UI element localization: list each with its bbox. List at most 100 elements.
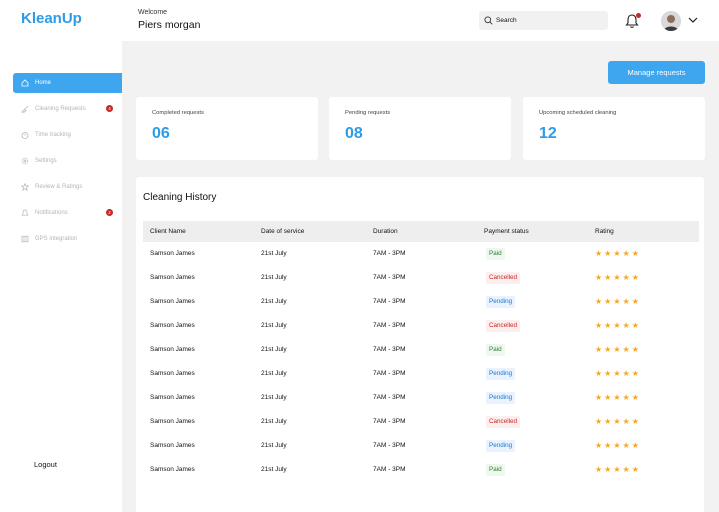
table-row[interactable]: Samson James 21st July 7AM - 3PM Paid ★★★★★ bbox=[143, 242, 699, 266]
payment-status-badge: Cancelled bbox=[486, 320, 521, 332]
date-cell: 21st July bbox=[261, 274, 287, 281]
search-input[interactable] bbox=[496, 17, 596, 24]
broom-icon bbox=[21, 105, 29, 113]
duration-cell: 7AM - 3PM bbox=[373, 298, 406, 305]
sidebar-item-home[interactable]: Home bbox=[13, 73, 122, 93]
top-header: KleanUp Welcome Piers morgan bbox=[0, 0, 719, 41]
client-name-cell: Samson James bbox=[150, 322, 195, 329]
rating-stars: ★★★★★ bbox=[595, 273, 641, 282]
welcome-label: Welcome bbox=[138, 9, 168, 16]
table-row[interactable]: Samson James 21st July 7AM - 3PM Cancelled ★… bbox=[143, 266, 699, 290]
table-row[interactable]: Samson James 21st July 7AM - 3PM Paid ★★★★★ bbox=[143, 338, 699, 362]
duration-cell: 7AM - 3PM bbox=[373, 466, 406, 473]
logout-button[interactable]: Logout bbox=[34, 460, 57, 469]
table-row[interactable]: Samson James 21st July 7AM - 3PM Cancelled ★… bbox=[143, 314, 699, 338]
chevron-down-icon[interactable] bbox=[688, 16, 698, 24]
date-cell: 21st July bbox=[261, 466, 287, 473]
date-cell: 21st July bbox=[261, 442, 287, 449]
bell-icon bbox=[21, 209, 29, 216]
client-name-cell: Samson James bbox=[150, 442, 195, 449]
avatar[interactable] bbox=[661, 11, 681, 31]
duration-cell: 7AM - 3PM bbox=[373, 250, 406, 257]
client-name-cell: Samson James bbox=[150, 370, 195, 377]
rating-stars: ★★★★★ bbox=[595, 417, 641, 426]
payment-status-badge: Paid bbox=[486, 464, 505, 476]
stat-label: Pending requests bbox=[345, 110, 391, 116]
payment-status-badge: Pending bbox=[486, 296, 516, 308]
duration-cell: 7AM - 3PM bbox=[373, 442, 406, 449]
sidebar-item-label: Settings bbox=[35, 158, 57, 164]
sidebar-item-label: Cleaning Requests bbox=[35, 106, 86, 112]
sidebar-item-label: Time tracking bbox=[35, 132, 71, 138]
payment-status-badge: Pending bbox=[486, 368, 516, 380]
home-icon bbox=[21, 79, 29, 87]
table-row[interactable]: Samson James 21st July 7AM - 3PM Cancelled ★… bbox=[143, 410, 699, 434]
sidebar-item-label: Home bbox=[35, 80, 52, 86]
date-cell: 21st July bbox=[261, 298, 287, 305]
column-header-payment-status: Payment status bbox=[484, 228, 529, 235]
rating-stars: ★★★★★ bbox=[595, 465, 641, 474]
table-row[interactable]: Samson James 21st July 7AM - 3PM Paid ★★★★★ bbox=[143, 458, 699, 482]
search-bar[interactable] bbox=[479, 11, 608, 30]
column-header-client: Client Name bbox=[150, 228, 186, 235]
rating-stars: ★★★★★ bbox=[595, 249, 641, 258]
sidebar-item-label: Review & Ratings bbox=[35, 184, 83, 190]
stat-card-upcoming: Upcoming scheduled cleaning 12 bbox=[523, 97, 705, 160]
payment-status-badge: Cancelled bbox=[486, 272, 521, 284]
table-row[interactable]: Samson James 21st July 7AM - 3PM Pending ★★★… bbox=[143, 362, 699, 386]
client-name-cell: Samson James bbox=[150, 346, 195, 353]
client-name-cell: Samson James bbox=[150, 298, 195, 305]
payment-status-badge: Paid bbox=[486, 248, 505, 260]
duration-cell: 7AM - 3PM bbox=[373, 418, 406, 425]
user-avatar-icon bbox=[661, 11, 681, 31]
manage-requests-button[interactable]: Manage requests bbox=[608, 61, 705, 84]
stat-card-completed: Completed requests 06 bbox=[136, 97, 318, 160]
table-header: Client Name Date of service Duration Pay… bbox=[143, 221, 699, 242]
date-cell: 21st July bbox=[261, 322, 287, 329]
date-cell: 21st July bbox=[261, 394, 287, 401]
duration-cell: 7AM - 3PM bbox=[373, 274, 406, 281]
rating-stars: ★★★★★ bbox=[595, 297, 641, 306]
sidebar-item-time-tracking[interactable]: Time tracking bbox=[13, 125, 122, 145]
sidebar-item-review-ratings[interactable]: Review & Ratings bbox=[13, 177, 122, 197]
stat-value: 12 bbox=[539, 125, 557, 142]
duration-cell: 7AM - 3PM bbox=[373, 346, 406, 353]
sidebar-item-settings[interactable]: Settings bbox=[13, 151, 122, 171]
client-name-cell: Samson James bbox=[150, 418, 195, 425]
table-row[interactable]: Samson James 21st July 7AM - 3PM Pending ★★★… bbox=[143, 386, 699, 410]
date-cell: 21st July bbox=[261, 370, 287, 377]
client-name-cell: Samson James bbox=[150, 466, 195, 473]
rating-stars: ★★★★★ bbox=[595, 441, 641, 450]
sidebar-item-label: GPS integration bbox=[35, 236, 78, 242]
cleaning-history-title: Cleaning History bbox=[143, 192, 217, 203]
duration-cell: 7AM - 3PM bbox=[373, 394, 406, 401]
date-cell: 21st July bbox=[261, 250, 287, 257]
payment-status-badge: Paid bbox=[486, 344, 505, 356]
sidebar-item-notifications[interactable]: Notifications 2 bbox=[13, 203, 122, 223]
rating-stars: ★★★★★ bbox=[595, 393, 641, 402]
search-icon bbox=[484, 16, 493, 25]
stat-value: 08 bbox=[345, 125, 363, 142]
stat-label: Completed requests bbox=[152, 110, 204, 116]
stat-value: 06 bbox=[152, 125, 170, 142]
column-header-date: Date of service bbox=[261, 228, 305, 235]
cleaning-requests-badge: 4 bbox=[106, 105, 113, 112]
star-icon bbox=[21, 183, 29, 191]
payment-status-badge: Pending bbox=[486, 392, 516, 404]
sidebar-item-gps-integration[interactable]: GPS integration bbox=[13, 229, 122, 249]
client-name-cell: Samson James bbox=[150, 274, 195, 281]
duration-cell: 7AM - 3PM bbox=[373, 322, 406, 329]
column-header-duration: Duration bbox=[373, 228, 398, 235]
stat-card-pending: Pending requests 08 bbox=[329, 97, 511, 160]
sidebar-item-cleaning-requests[interactable]: Cleaning Requests 4 bbox=[13, 99, 122, 119]
timer-icon bbox=[21, 132, 29, 139]
app-logo[interactable]: KleanUp bbox=[21, 10, 82, 27]
rating-stars: ★★★★★ bbox=[595, 345, 641, 354]
payment-status-badge: Pending bbox=[486, 440, 516, 452]
map-icon bbox=[21, 235, 29, 243]
table-row[interactable]: Samson James 21st July 7AM - 3PM Pending ★★★… bbox=[143, 434, 699, 458]
sidebar-item-label: Notifications bbox=[35, 210, 68, 216]
date-cell: 21st July bbox=[261, 418, 287, 425]
table-row[interactable]: Samson James 21st July 7AM - 3PM Pending ★★★… bbox=[143, 290, 699, 314]
notification-dot bbox=[636, 13, 641, 18]
